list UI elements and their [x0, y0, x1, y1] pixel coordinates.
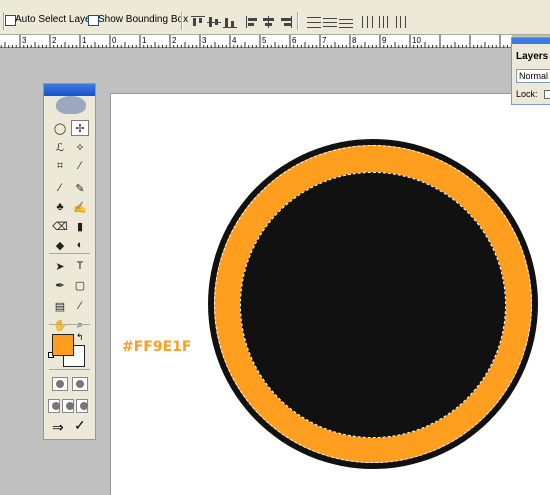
show-bounding-box-label: Show Bounding Box [98, 14, 189, 25]
shape-tool-icon[interactable]: ▢ [71, 277, 89, 293]
feather-logo-icon[interactable] [56, 96, 86, 114]
ruler-label: 10 [412, 36, 421, 45]
layers-tab[interactable]: Layers [516, 51, 548, 62]
notes-icon[interactable]: ▤ [51, 298, 69, 314]
ruler-label: 4 [232, 36, 237, 45]
zoom-icon[interactable]: ⌕ [71, 317, 89, 333]
toolbox-panel: ◯✢ℒ✧⌗⁄∕✎♣✍⌫▮◆◐➤T✒▢▤⁄✋⌕ ↰ ⇒ ✓ [43, 83, 96, 440]
quick-mask-mode-button[interactable] [72, 377, 88, 391]
toolbox-separator [49, 253, 90, 254]
layers-panel: Layers Normal Lock: [511, 37, 550, 105]
eraser-icon[interactable]: ⌫ [51, 218, 69, 234]
crop-icon[interactable]: ⌗ [51, 158, 69, 174]
lock-transparency-checkbox[interactable] [544, 90, 550, 99]
ruler-label: 1 [142, 36, 147, 45]
screen-mode-menu-button[interactable] [62, 399, 74, 413]
move-tool-icon[interactable]: ✢ [71, 120, 89, 136]
align-vertical-center-icon[interactable] [207, 16, 221, 28]
slice-icon[interactable]: ⁄ [71, 158, 89, 174]
options-bar: Auto Select Layer Show Bounding Box [0, 5, 550, 35]
history-brush-icon[interactable]: ✍ [71, 199, 89, 215]
hex-color-label: #FF9E1F [122, 339, 192, 355]
options-separator [297, 12, 299, 30]
toolbox-separator [49, 324, 90, 325]
dodge-icon[interactable]: ◐ [71, 237, 89, 253]
foreground-color-swatch[interactable] [52, 334, 74, 356]
align-horizontal-center-icon[interactable] [262, 16, 276, 28]
ruler-label: 5 [262, 36, 267, 45]
toolbox-title-bar[interactable] [44, 84, 95, 96]
elliptical-marquee-icon[interactable]: ◯ [51, 120, 69, 136]
ruler-label: 7 [322, 36, 327, 45]
layers-panel-title-bar[interactable] [512, 38, 550, 44]
lock-label: Lock: [516, 89, 538, 99]
distribute-right-icon[interactable] [393, 16, 407, 28]
path-selection-icon[interactable]: ➤ [51, 258, 69, 274]
edit-in-imageready-icon[interactable]: ✓ [74, 417, 86, 434]
blur-icon[interactable]: ◆ [51, 237, 69, 253]
distribute-top-icon[interactable] [307, 16, 321, 28]
ruler-label: 6 [292, 36, 297, 45]
screen-mode-full-button[interactable] [76, 399, 88, 413]
distribute-horizontal-center-icon[interactable] [377, 16, 391, 28]
horizontal-ruler: 3 2 1 0 1 2 3 4 5 6 7 8 9 10 [0, 35, 512, 48]
clone-stamp-icon[interactable]: ♣ [51, 199, 69, 215]
ruler-label: 2 [52, 36, 57, 45]
distribute-bottom-icon[interactable] [339, 16, 353, 28]
align-right-icon[interactable] [278, 16, 292, 28]
blend-mode-select[interactable]: Normal [516, 69, 550, 83]
align-bottom-icon[interactable] [223, 16, 237, 28]
ruler-label: 8 [352, 36, 357, 45]
eyedropper-icon[interactable]: ⁄ [71, 298, 89, 314]
align-left-icon[interactable] [246, 16, 260, 28]
black-inner-circle [240, 172, 506, 438]
swap-colors-icon[interactable]: ↰ [76, 332, 84, 343]
pen-tool-icon[interactable]: ✒ [51, 277, 69, 293]
toolbox-separator [49, 369, 90, 370]
ruler-label: 3 [202, 36, 207, 45]
brush-icon[interactable]: ✎ [71, 180, 89, 196]
ruler-label: 1 [82, 36, 87, 45]
hand-tool-icon[interactable]: ✋ [51, 317, 69, 333]
auto-select-layer-label: Auto Select Layer [15, 14, 94, 25]
distribute-left-icon[interactable] [361, 16, 375, 28]
jump-to-imageready-icon[interactable]: ⇒ [52, 419, 64, 436]
screen-mode-standard-button[interactable] [48, 399, 60, 413]
ruler-label: 0 [112, 36, 117, 45]
ruler-label: 2 [172, 36, 177, 45]
options-separator [181, 12, 183, 30]
gradient-icon[interactable]: ▮ [71, 218, 89, 234]
align-top-icon[interactable] [191, 16, 205, 28]
type-tool-icon[interactable]: T [71, 258, 89, 274]
distribute-vertical-center-icon[interactable] [323, 16, 337, 28]
lasso-icon[interactable]: ℒ [51, 139, 69, 155]
standard-mode-button[interactable] [52, 377, 68, 391]
healing-brush-icon[interactable]: ∕ [51, 180, 69, 196]
ruler-label: 3 [22, 36, 27, 45]
ruler-ticks: 3 2 1 0 1 2 3 4 5 6 7 8 9 10 [0, 35, 512, 48]
ruler-label: 9 [382, 36, 387, 45]
magic-wand-icon[interactable]: ✧ [71, 139, 89, 155]
